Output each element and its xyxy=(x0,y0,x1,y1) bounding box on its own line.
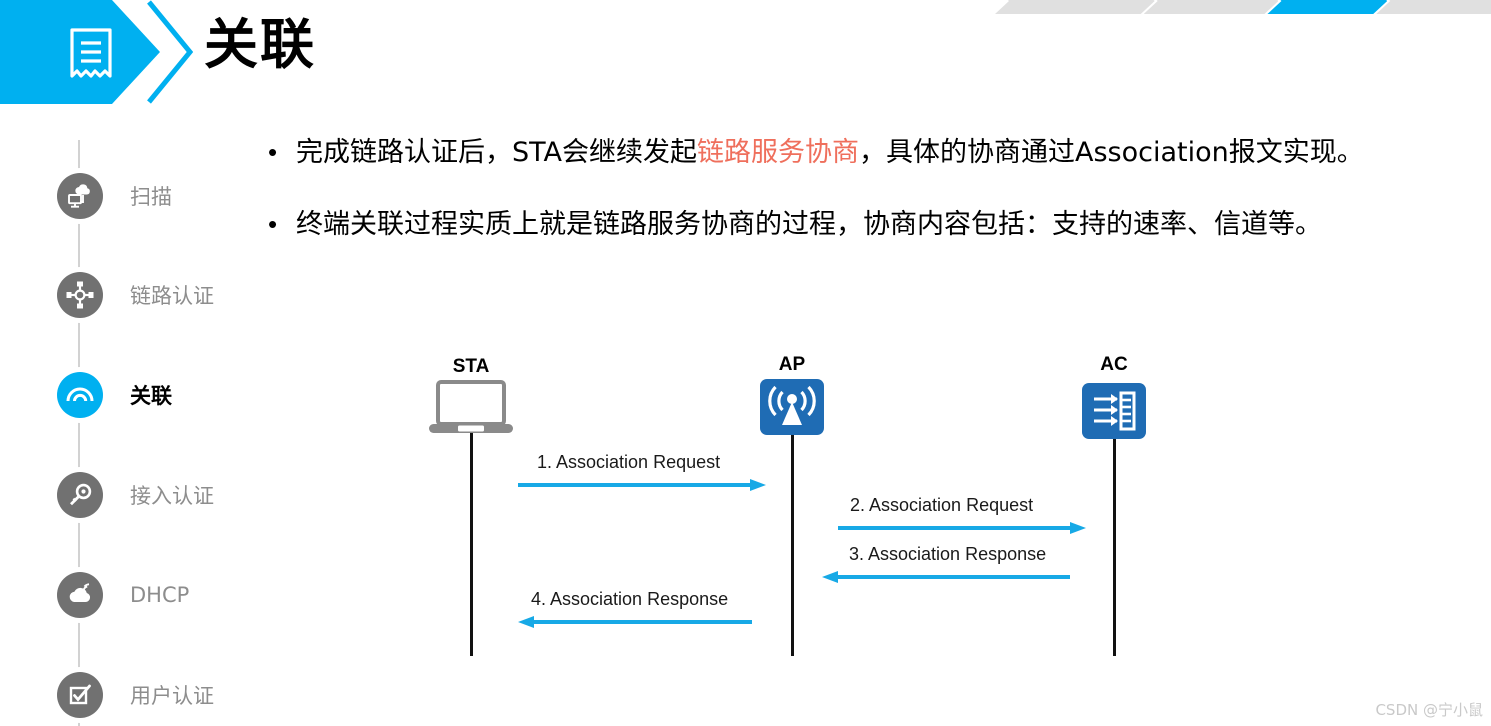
sidebar-item-association[interactable]: 关联 xyxy=(52,367,172,423)
top-chevron-segment-1[interactable] xyxy=(995,0,1155,14)
lifeline-ac xyxy=(1113,438,1116,656)
bullet-marker: • xyxy=(268,209,278,239)
sidebar-rail xyxy=(78,140,80,726)
access-controller-icon xyxy=(1081,382,1147,445)
node-label-ac: AC xyxy=(1100,354,1128,375)
network-node-icon xyxy=(57,272,103,318)
checkbox-pen-icon xyxy=(57,672,103,718)
top-chevron-nav xyxy=(995,0,1491,14)
message-label-3: 3. Association Response xyxy=(849,544,1047,564)
bullet-item-2: • 终端关联过程实质上就是链路服务协商的过程，协商内容包括：支持的速率、信道等。 xyxy=(262,200,1452,250)
top-chevron-segment-4[interactable] xyxy=(1376,0,1491,14)
body-content: • 完成链路认证后，STA会继续发起链路服务协商，具体的协商通过Associat… xyxy=(262,128,1452,272)
cloud-signal-icon xyxy=(57,572,103,618)
message-label-1: 1. Association Request xyxy=(537,452,721,472)
sidebar-item-label: DHCP xyxy=(130,583,190,607)
bullet-text-segment: 终端关联过程实质上就是链路服务协商的过程，协商内容包括：支持的速率、信道等。 xyxy=(296,209,1322,240)
sidebar-item-label: 用户认证 xyxy=(130,684,214,708)
sidebar-item-access-auth[interactable]: 接入认证 xyxy=(52,467,214,523)
sidebar-item-label: 扫描 xyxy=(130,185,172,209)
page-title: 关联 xyxy=(204,13,316,76)
sidebar-item-link-auth[interactable]: 链路认证 xyxy=(52,267,214,323)
sidebar-bubble xyxy=(52,667,108,723)
sidebar-item-user-auth[interactable]: 用户认证 xyxy=(52,667,214,723)
bullet-text-segment: ，具体的协商通过Association报文实现。 xyxy=(859,137,1364,168)
message-label-2: 2. Association Request xyxy=(850,495,1034,515)
top-chevron-segment-2[interactable] xyxy=(1144,0,1279,14)
lifeline-ap xyxy=(791,430,794,656)
slide-root: 关联 扫描 链路认证 关联 接入认证 DHCP 用户认证 • 完成链路认证后，S… xyxy=(0,0,1491,726)
sidebar-bubble xyxy=(52,168,108,224)
node-label-sta: STA xyxy=(452,356,490,377)
sidebar-bubble xyxy=(52,567,108,623)
document-receipt-icon xyxy=(64,26,118,82)
laptop-icon xyxy=(428,380,514,441)
message-arrow-3 xyxy=(822,570,1070,583)
bullet-text-2: 终端关联过程实质上就是链路服务协商的过程，协商内容包括：支持的速率、信道等。 xyxy=(296,200,1322,250)
bullet-text-segment: 完成链路认证后，STA会继续发起 xyxy=(296,137,698,168)
header-banner-chevron-outline xyxy=(145,0,193,104)
key-icon xyxy=(57,472,103,518)
sidebar-bubble xyxy=(52,467,108,523)
watermark: CSDN @宁小鼠 xyxy=(1375,701,1483,719)
sidebar-item-label: 接入认证 xyxy=(130,484,214,508)
monitor-cloud-icon xyxy=(57,173,103,219)
sidebar-item-label: 链路认证 xyxy=(130,284,214,308)
sidebar-bubble xyxy=(52,367,108,423)
lifeline-sta xyxy=(470,432,473,656)
bullet-text-highlight: 链路服务协商 xyxy=(697,137,860,168)
step-sidebar: 扫描 链路认证 关联 接入认证 DHCP 用户认证 xyxy=(52,140,252,726)
bullet-item-1: • 完成链路认证后，STA会继续发起链路服务协商，具体的协商通过Associat… xyxy=(262,128,1452,178)
sidebar-item-scan[interactable]: 扫描 xyxy=(52,168,172,224)
message-label-4: 4. Association Response xyxy=(531,589,729,609)
sidebar-bubble xyxy=(52,267,108,323)
bullet-text-1: 完成链路认证后，STA会继续发起链路服务协商，具体的协商通过Associatio… xyxy=(296,128,1364,178)
sidebar-item-dhcp[interactable]: DHCP xyxy=(52,567,189,623)
wifi-access-point-icon xyxy=(759,378,825,441)
top-chevron-segment-3-active[interactable] xyxy=(1267,0,1387,14)
message-arrow-2 xyxy=(838,521,1086,534)
node-label-ap: AP xyxy=(778,354,806,375)
message-arrow-1 xyxy=(518,478,766,491)
message-arrow-4 xyxy=(518,615,752,628)
sidebar-item-label: 关联 xyxy=(130,384,172,408)
arch-signal-icon xyxy=(57,372,103,418)
bullet-marker: • xyxy=(268,137,278,167)
header-banner xyxy=(0,0,200,104)
